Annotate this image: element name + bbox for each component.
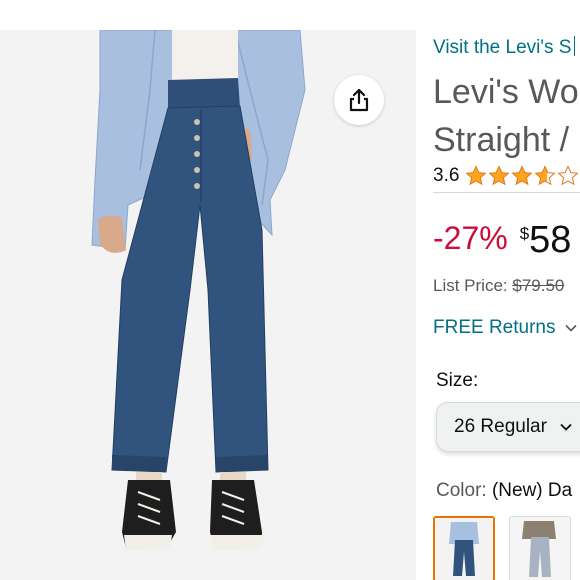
rating-value: 3.6 bbox=[433, 165, 460, 186]
free-returns-link[interactable]: FREE Returns bbox=[433, 317, 578, 339]
brand-store-link[interactable]: Visit the Levi's S bbox=[433, 36, 576, 59]
swatch-thumbnail-light-wash bbox=[510, 517, 570, 580]
top-strip bbox=[0, 0, 580, 30]
star-icon bbox=[534, 165, 556, 186]
product-title-line-1: Levi's Wo bbox=[433, 73, 579, 111]
list-price-label: List Price: bbox=[433, 276, 508, 295]
color-row: Color: (New) Da bbox=[436, 480, 572, 502]
star-rating bbox=[465, 165, 579, 187]
size-selected-value: 26 Regular bbox=[454, 416, 547, 437]
color-swatch-selected[interactable] bbox=[433, 516, 495, 580]
discount-percentage: -27% bbox=[433, 220, 508, 256]
star-icon bbox=[557, 165, 579, 186]
product-detail-panel: Visit the Levi's S Levi's Wo Straight / … bbox=[416, 30, 580, 580]
price-currency-symbol: $ bbox=[519, 224, 530, 243]
size-label: Size: bbox=[436, 370, 479, 391]
text-cursor bbox=[574, 36, 576, 56]
divider bbox=[433, 192, 580, 193]
free-returns-label: FREE Returns bbox=[433, 317, 556, 338]
swatch-thumbnail-dark-wash bbox=[435, 518, 493, 580]
color-selected-value: (New) Da bbox=[491, 480, 573, 501]
color-swatch-option[interactable] bbox=[509, 516, 571, 580]
price-row: -27% $ 58 bbox=[433, 220, 571, 260]
product-title: Levi's Wo Straight / bbox=[433, 68, 579, 164]
share-icon bbox=[349, 88, 369, 112]
list-price-value: $79.50 bbox=[512, 276, 565, 295]
star-icon bbox=[511, 165, 533, 186]
star-icon bbox=[465, 165, 487, 186]
product-title-line-2: Straight / bbox=[433, 121, 570, 159]
rating-row[interactable]: 3.6 bbox=[433, 165, 579, 187]
chevron-down-icon bbox=[560, 423, 572, 431]
color-label: Color: bbox=[436, 480, 487, 501]
size-dropdown[interactable]: 26 Regular bbox=[436, 402, 580, 452]
share-button[interactable] bbox=[334, 75, 384, 125]
price-whole: 58 bbox=[529, 219, 572, 261]
product-main-image[interactable] bbox=[0, 30, 416, 580]
star-icon bbox=[488, 165, 510, 186]
list-price: List Price: $79.50 bbox=[433, 276, 564, 296]
chevron-down-icon bbox=[565, 324, 578, 332]
brand-store-link-label: Visit the Levi's S bbox=[433, 37, 572, 58]
